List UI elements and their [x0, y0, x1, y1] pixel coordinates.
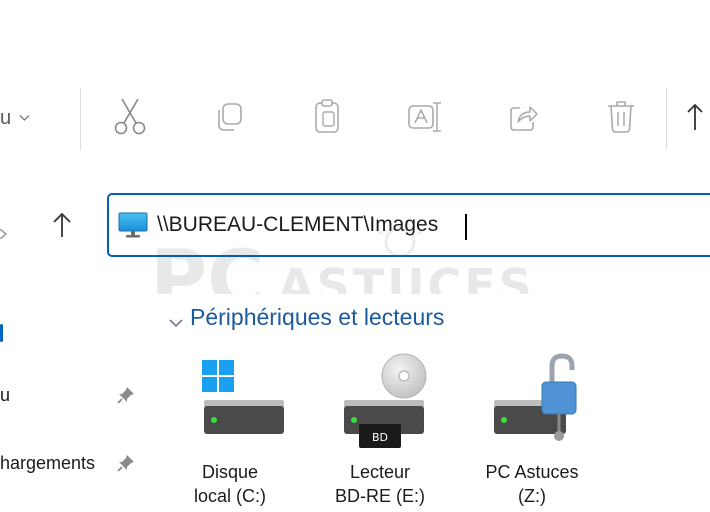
navigation-bar	[0, 166, 710, 294]
address-input[interactable]	[157, 213, 697, 237]
copy-icon	[212, 100, 246, 139]
toolbar-separator	[666, 88, 667, 150]
drive-label-line2: (Z:)	[518, 486, 546, 506]
rename-icon	[406, 100, 444, 139]
drive-item-c[interactable]: Disque local (C:)	[162, 352, 298, 512]
forward-button[interactable]	[0, 226, 8, 240]
navigation-pane: u hargements	[0, 294, 148, 510]
address-bar[interactable]	[107, 193, 710, 257]
drive-label: Lecteur BD-RE (E:)	[312, 460, 448, 508]
drive-item-e[interactable]: BD Lecteur BD-RE (E:)	[312, 352, 448, 512]
chevron-down-icon	[168, 310, 184, 327]
scissors-icon	[112, 97, 148, 142]
drive-label: Disque local (C:)	[162, 460, 298, 508]
pin-icon	[116, 385, 136, 405]
drive-label-line1: PC Astuces	[485, 462, 579, 482]
sort-button[interactable]	[685, 102, 705, 139]
command-bar: u	[0, 74, 710, 167]
text-cursor	[465, 214, 467, 240]
file-list: Périphériques et lecteurs Disque local (…	[148, 294, 710, 510]
bluray-drive-icon: BD	[334, 352, 434, 452]
toolbar-separator	[80, 88, 81, 150]
arrow-up-icon	[685, 103, 705, 138]
computer-monitor-icon	[117, 209, 149, 241]
cut-button[interactable]	[101, 90, 159, 148]
selection-indicator	[0, 324, 3, 342]
paste-button[interactable]	[298, 90, 356, 148]
drive-label-line1: Lecteur	[349, 462, 411, 482]
view-menu-label: u	[0, 107, 12, 129]
network-drive-unlocked-icon	[486, 352, 586, 452]
drive-label: PC Astuces (Z:)	[464, 460, 600, 508]
drive-item-z[interactable]: PC Astuces (Z:)	[464, 352, 600, 512]
sidebar-item-label: u	[0, 384, 11, 405]
arrow-up-icon	[51, 211, 73, 244]
bd-badge: BD	[372, 431, 388, 444]
rename-button[interactable]	[396, 90, 454, 148]
trash-icon	[605, 99, 637, 140]
chevron-down-icon	[19, 113, 30, 125]
copy-button[interactable]	[200, 90, 258, 148]
delete-button[interactable]	[592, 90, 650, 148]
share-button[interactable]	[494, 90, 552, 148]
drive-label-line1: Disque	[201, 462, 259, 482]
pin-icon	[116, 453, 136, 473]
clipboard-icon	[310, 98, 344, 141]
windows-drive-icon	[184, 352, 284, 452]
share-icon	[506, 100, 540, 139]
group-header-devices[interactable]: Périphériques et lecteurs	[168, 304, 444, 331]
drive-label-line2: BD-RE (E:)	[335, 486, 425, 506]
drive-label-line2: local (C:)	[193, 486, 266, 506]
sidebar-item-pinned-1[interactable]: u	[0, 378, 148, 412]
up-button[interactable]	[46, 210, 78, 244]
sidebar-item-label: hargements	[0, 452, 96, 473]
title-bar	[0, 0, 710, 74]
view-menu-button[interactable]: u	[0, 107, 30, 130]
sidebar-item-downloads[interactable]: hargements	[0, 446, 148, 480]
group-header-label: Périphériques et lecteurs	[190, 304, 445, 330]
